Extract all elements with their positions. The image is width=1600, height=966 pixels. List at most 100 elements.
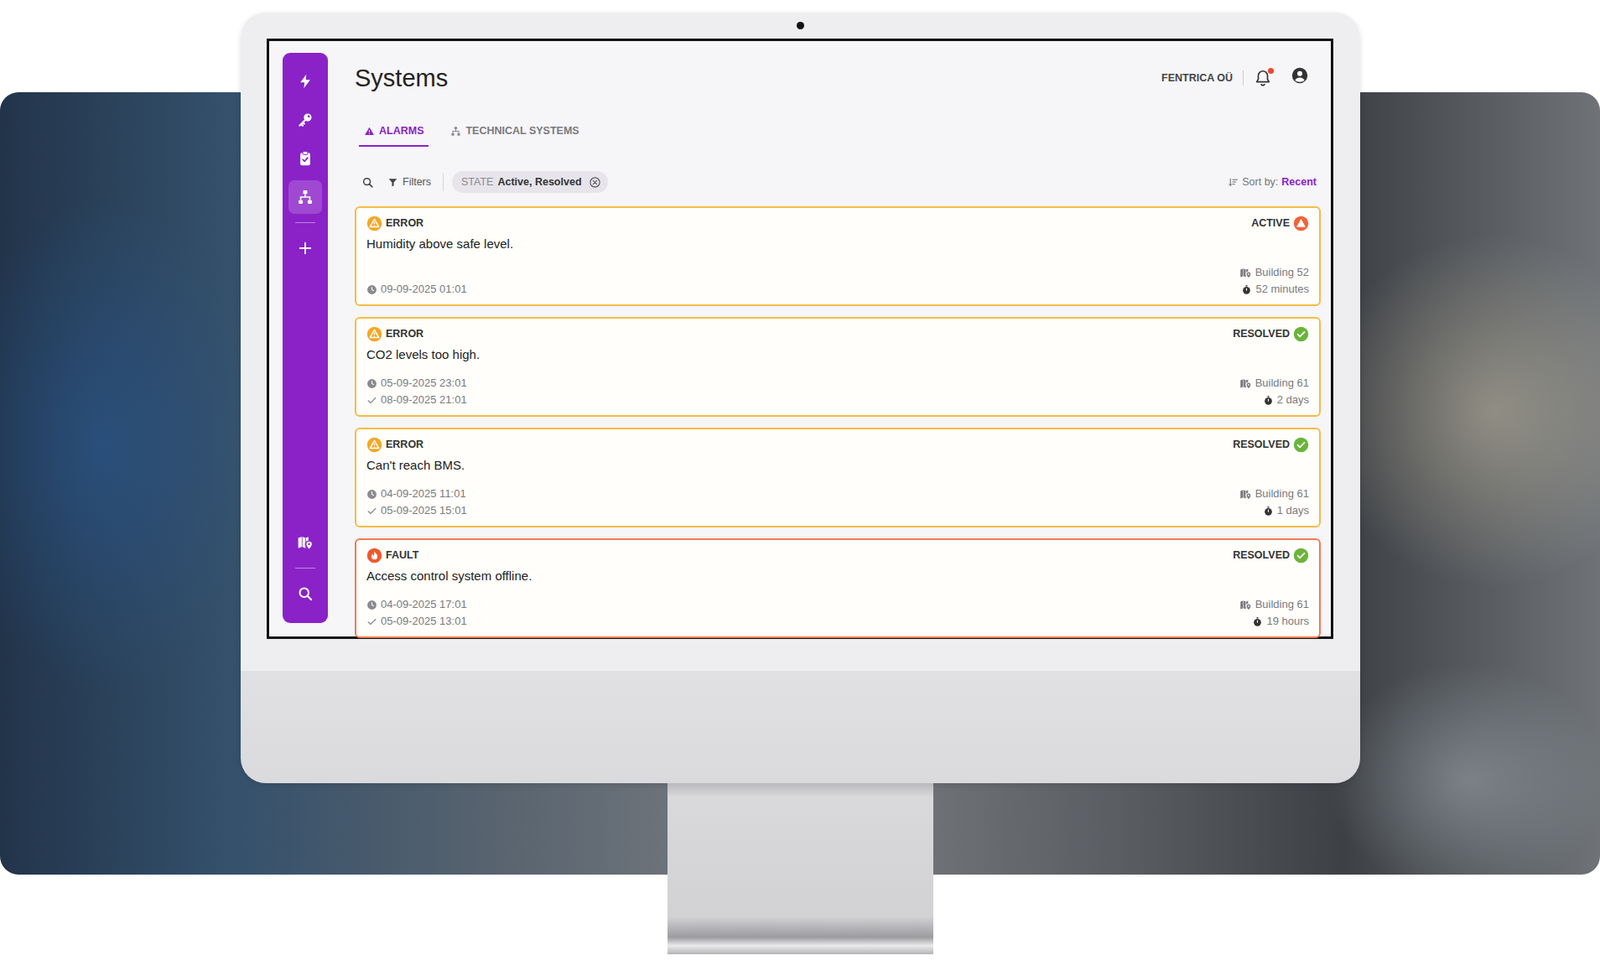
sidebar-item[interactable] <box>288 141 323 176</box>
duration-text: 52 minutes <box>1255 280 1310 298</box>
filter-toolbar: Filters STATEActive, Resolved Sort by:Rece… <box>354 165 1321 199</box>
ended-text: 05-09-2025 13:01 <box>380 612 468 630</box>
alarm-meta: 05-09-2025 23:0108-09-2025 21:01 Building… <box>366 374 1310 409</box>
sidebar-item[interactable] <box>288 576 323 611</box>
tab-label: ALARMS <box>379 123 424 140</box>
unread-dot <box>1267 67 1274 74</box>
alarm-card[interactable]: ERRORRESOLVEDCO2 levels too high.05-09-2… <box>354 316 1321 417</box>
chip-key: STATE <box>461 174 494 191</box>
started-text: 04-09-2025 11:01 <box>380 485 467 503</box>
add-button[interactable] <box>288 231 323 265</box>
severity: ERROR <box>366 326 424 343</box>
clear-chip-button[interactable] <box>588 176 602 189</box>
duration: 1 days <box>1262 502 1310 520</box>
clock-icon <box>366 284 378 296</box>
error-severity-icon <box>366 436 383 453</box>
alarm-place: Building 6119 hours <box>1239 596 1310 630</box>
map-pin-icon <box>1239 377 1252 390</box>
close-circle-icon <box>588 176 602 189</box>
alarm-state: ACTIVE <box>1251 215 1310 232</box>
location-text: Building 61 <box>1255 596 1310 613</box>
duration: 19 hours <box>1251 612 1310 630</box>
alarm-header: FAULTRESOLVED <box>366 547 1310 564</box>
error-severity-icon <box>366 326 383 343</box>
alarm-meta: 04-09-2025 17:0105-09-2025 13:01Building… <box>366 596 1310 630</box>
sidebar-item[interactable] <box>288 180 323 214</box>
started-time: 04-09-2025 11:01 <box>366 485 468 503</box>
ended-text: 08-09-2025 21:01 <box>380 391 468 409</box>
ended-time: 08-09-2025 21:01 <box>366 391 468 409</box>
sort-label: Sort by: <box>1241 174 1278 191</box>
magnifier-icon <box>361 176 375 189</box>
tab[interactable]: TECHNICAL SYSTEMS <box>445 116 584 147</box>
resolved-check-icon <box>1293 326 1310 343</box>
resolved-check-icon <box>1293 436 1310 453</box>
duration-text: 19 hours <box>1266 612 1310 630</box>
alarm-header: ERROR RESOLVED <box>366 326 1310 343</box>
page-title: Systems <box>354 63 448 94</box>
alarm-message: Can't reach BMS. <box>366 457 1310 473</box>
alarm-list: ERRORACTIVEHumidity above safe level.09-… <box>354 206 1321 639</box>
header-divider <box>1242 70 1244 86</box>
tab-label: TECHNICAL SYSTEMS <box>465 123 579 140</box>
filters-button[interactable]: Filters <box>387 174 432 191</box>
duration-text: 1 days <box>1277 502 1310 520</box>
alarm-meta: 09-09-2025 01:01 Building 5252 minutes <box>366 264 1310 298</box>
page-header: Systems FENTRICA OÜ <box>354 61 1321 95</box>
tab[interactable]: ALARMS <box>358 116 429 147</box>
alarm-card[interactable]: ERROR RESOLVED Can't reach BMS. 04-09-2025 … <box>354 427 1321 528</box>
sidebar-item[interactable] <box>288 64 323 99</box>
alarm-state: RESOLVED <box>1232 326 1310 343</box>
network-icon <box>296 188 314 206</box>
alarm-place: Building 611 days <box>1239 485 1310 520</box>
sort-control[interactable]: Sort by:Recent <box>1227 174 1317 191</box>
state-filter-chip[interactable]: STATEActive, Resolved <box>451 171 608 194</box>
sidebar-item[interactable] <box>288 103 323 137</box>
ended-text: 05-09-2025 15:01 <box>380 502 468 520</box>
location: Building 52 <box>1239 264 1310 281</box>
started-time: 09-09-2025 01:01 <box>366 280 468 298</box>
map-pin-icon <box>1239 488 1252 501</box>
main-content: Systems FENTRICA OÜ ALARMS TECHNICAL SYSTEM… <box>354 52 1321 624</box>
app-screen: Systems FENTRICA OÜ ALARMS TECHNICAL SYSTEM… <box>266 38 1334 639</box>
state-label: RESOLVED <box>1232 436 1290 453</box>
severity: ERROR <box>366 215 424 232</box>
duration: 2 days <box>1262 391 1310 409</box>
stopwatch-icon <box>1262 505 1274 517</box>
alarm-card[interactable]: ERRORACTIVEHumidity above safe level.09-… <box>354 206 1321 307</box>
alarm-card[interactable]: FAULTRESOLVED Access control system offli… <box>354 538 1321 639</box>
started-text: 05-09-2025 23:01 <box>380 374 468 392</box>
alarm-place: Building 5252 minutes <box>1239 264 1310 298</box>
started-text: 09-09-2025 01:01 <box>380 280 468 298</box>
alarm-message: Access control system offline. <box>366 568 1310 584</box>
ended-time: 05-09-2025 13:01 <box>366 612 468 630</box>
resolved-check-icon <box>1293 547 1310 564</box>
alarm-times: 04-09-2025 11:0105-09-2025 15:01 <box>366 485 468 520</box>
key-icon <box>296 111 314 129</box>
sidebar-item[interactable] <box>288 525 323 560</box>
search-button[interactable] <box>361 176 375 189</box>
alarm-header: ERROR RESOLVED <box>366 436 1310 453</box>
duration: 52 minutes <box>1241 280 1310 298</box>
check-icon <box>366 616 378 628</box>
sidebar-divider <box>295 222 316 224</box>
organization-name[interactable]: FENTRICA OÜ <box>1161 70 1233 87</box>
imac-stand <box>667 783 934 955</box>
state-label: RESOLVED <box>1232 547 1290 564</box>
sort-icon <box>1227 176 1239 188</box>
sidebar <box>282 52 328 624</box>
location-text: Building 61 <box>1255 374 1310 392</box>
location-text: Building 61 <box>1255 485 1310 503</box>
alarm-times: 09-09-2025 01:01 <box>366 280 468 298</box>
map-pin-icon <box>1239 266 1252 280</box>
bolt-icon <box>296 72 314 90</box>
filters-label: Filters <box>402 174 432 191</box>
notifications-button[interactable] <box>1253 68 1273 88</box>
alarm-state: RESOLVED <box>1232 436 1310 453</box>
account-button[interactable] <box>1290 66 1310 91</box>
alarm-meta: 04-09-2025 11:0105-09-2025 15:01 Building… <box>366 485 1310 520</box>
funnel-icon <box>387 176 399 188</box>
map-pin-icon <box>1239 598 1252 612</box>
alarm-times: 05-09-2025 23:0108-09-2025 21:01 <box>366 374 468 409</box>
severity-label: ERROR <box>385 436 424 453</box>
